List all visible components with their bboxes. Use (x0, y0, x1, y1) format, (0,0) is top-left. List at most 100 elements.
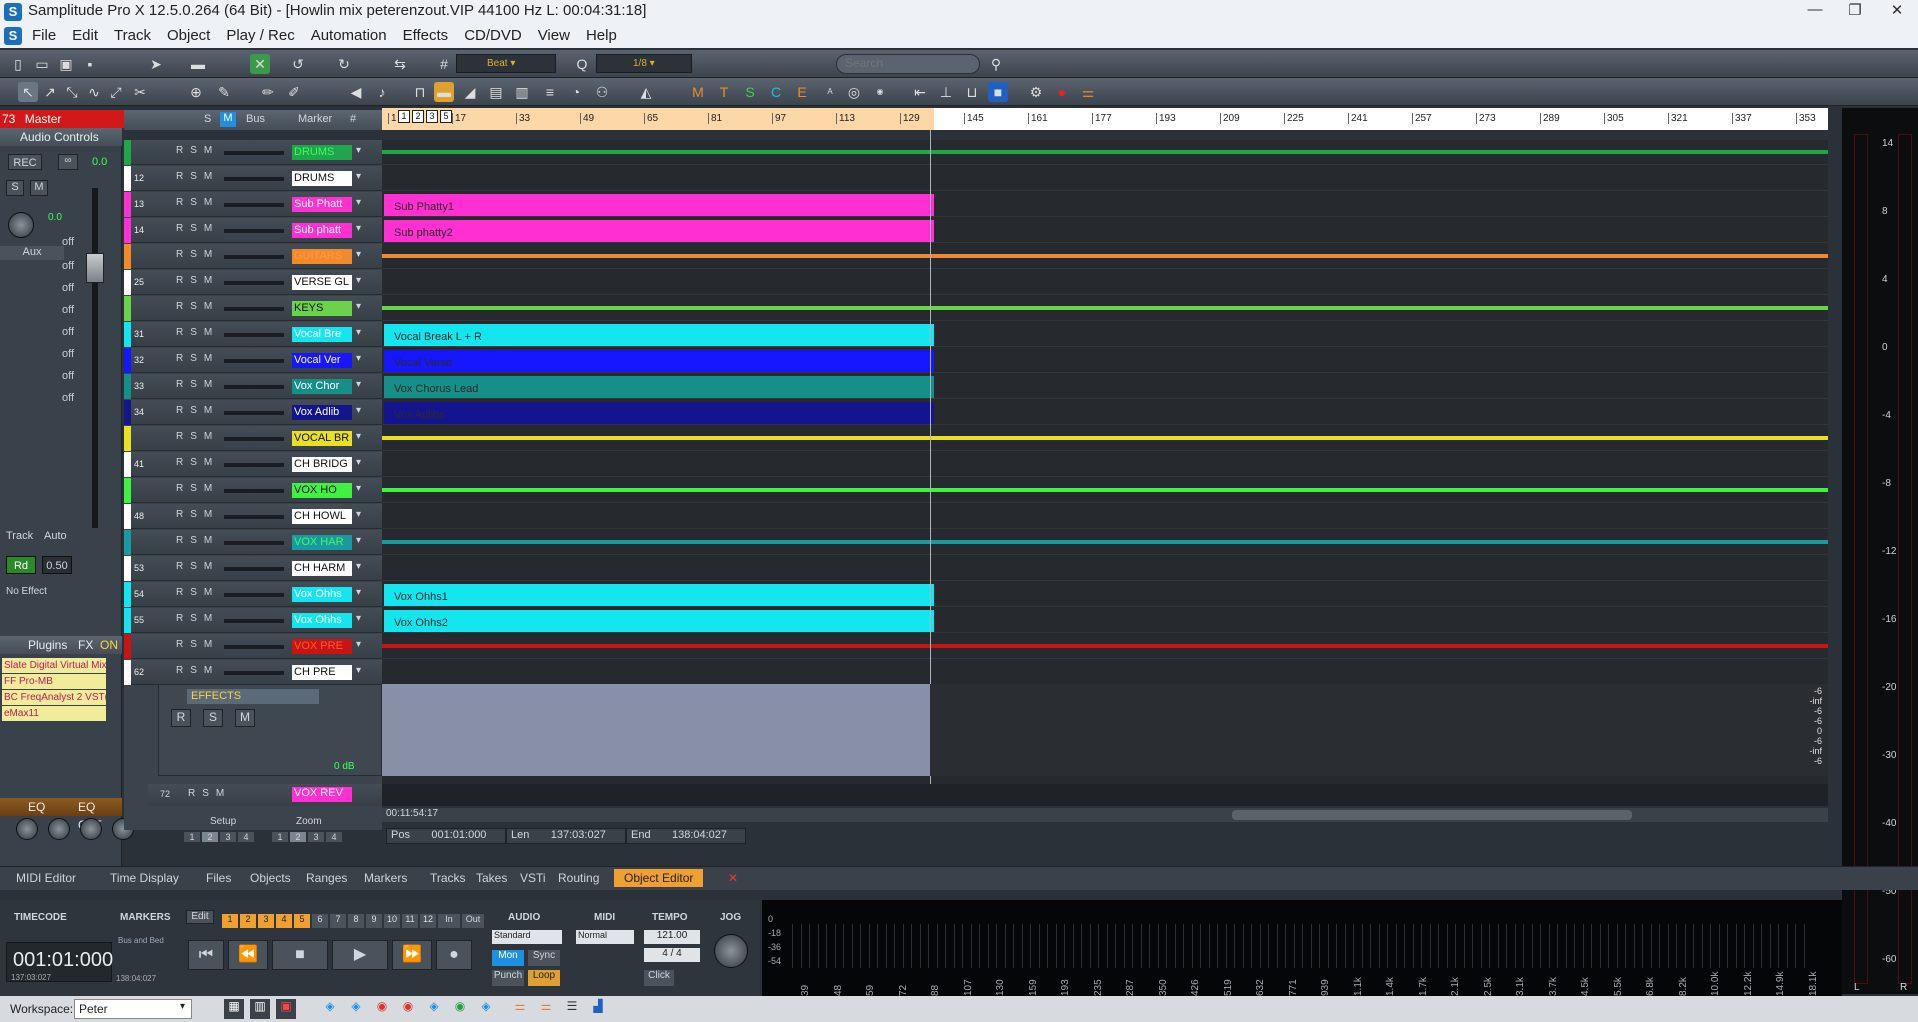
track-dropdown-icon[interactable]: ▾ (356, 665, 361, 676)
scroll-thumb[interactable] (1232, 810, 1632, 820)
track-row[interactable]: RSM VOX HO ▾ (124, 478, 382, 503)
track-row[interactable]: 33 RSM Vox Chor ▾ (124, 374, 382, 399)
list-icon[interactable]: ☰ (562, 999, 582, 1019)
sync-button[interactable]: Sync (528, 950, 560, 966)
jog-wheel[interactable] (714, 934, 748, 968)
split-tool-icon[interactable]: ⤡ (62, 82, 82, 102)
record-icon[interactable]: ● (1052, 82, 1072, 102)
search-box[interactable] (836, 54, 980, 74)
track-dropdown-icon[interactable]: ▾ (356, 613, 361, 624)
marker-tool-icon-2[interactable]: ◈ (346, 999, 366, 1019)
track-dropdown-icon[interactable]: ▾ (356, 197, 361, 208)
track-row[interactable]: 13 RSM Sub Phatt ▾ (124, 192, 382, 217)
menu-view[interactable]: View (530, 24, 578, 44)
aux-send-2[interactable]: off (40, 260, 74, 272)
plugin-slot-2[interactable]: FF Pro-MB (2, 674, 106, 689)
metronome-icon[interactable]: ⚇ (592, 82, 612, 102)
aux-send-5[interactable]: off (40, 326, 74, 338)
vox-rev-rsm[interactable]: RSM (188, 788, 231, 799)
bounce-icon[interactable]: ⊔ (962, 82, 982, 102)
zoom-3[interactable]: 3 (308, 832, 324, 842)
quantize-select[interactable]: 1/8 ▾ (596, 54, 692, 73)
workspace-select[interactable]: Peter (74, 999, 192, 1019)
marker-number-button[interactable]: 6 (312, 914, 328, 928)
spectrum-view-icon[interactable]: ▟ (588, 999, 608, 1019)
eq-knob-3[interactable] (80, 818, 102, 840)
zoom-2[interactable]: 2 (290, 832, 306, 842)
track-name[interactable]: Vox Adlib (292, 405, 352, 420)
marker-e-icon[interactable]: E (792, 82, 812, 102)
track-row[interactable]: 53 RSM CH HARM ▾ (124, 556, 382, 581)
gap-icon[interactable]: ⇤ (910, 82, 930, 102)
minimize-button[interactable]: — (1798, 1, 1832, 21)
menu-edit[interactable]: Edit (64, 24, 106, 44)
solo-button[interactable]: S (6, 180, 24, 196)
search-input[interactable] (845, 56, 963, 70)
track-rsm-buttons[interactable]: RSM (176, 483, 219, 494)
tab-markers[interactable]: Markers (364, 871, 407, 885)
track-volume-mini[interactable] (224, 307, 284, 311)
scissors-icon[interactable]: ✂ (130, 82, 150, 102)
track-row-vox-rev[interactable]: 72 RSM VOX REV (148, 784, 382, 806)
track-volume-mini[interactable] (224, 463, 284, 467)
track-dropdown-icon[interactable]: ▾ (356, 145, 361, 156)
track-dropdown-icon[interactable]: ▾ (356, 587, 361, 598)
menu-help[interactable]: Help (578, 24, 625, 44)
spectrum-icon[interactable]: ◭ (636, 82, 656, 102)
track-row[interactable]: 48 RSM CH HOWL ▾ (124, 504, 382, 529)
track-volume-mini[interactable] (224, 515, 284, 519)
track-row[interactable]: 62 RSM CH PRE ▾ (124, 660, 382, 685)
track-dropdown-icon[interactable]: ▾ (356, 275, 361, 286)
track-dropdown-icon[interactable]: ▾ (356, 223, 361, 234)
object-mode-icon[interactable]: ↖ (18, 82, 38, 102)
track-volume-mini[interactable] (224, 671, 284, 675)
track-name[interactable]: DRUMS (292, 145, 352, 160)
midi-mode-select[interactable]: Normal (576, 930, 634, 944)
track-rsm-buttons[interactable]: RSM (176, 223, 219, 234)
audio-clip[interactable]: Vox Adlibs (384, 402, 934, 424)
timecode-display[interactable]: 001:01:000 137:03:027 (6, 942, 113, 982)
track-rsm-buttons[interactable]: RSM (176, 509, 219, 520)
eq-knob-2[interactable] (48, 818, 70, 840)
effects-track-name[interactable]: EFFECTS (187, 689, 319, 704)
dvd-icon[interactable]: ◉ (870, 82, 890, 102)
aux-header[interactable]: Aux (0, 246, 64, 260)
menu-automation[interactable]: Automation (303, 24, 395, 44)
open-folder-icon[interactable]: ▭ (32, 54, 52, 74)
track-volume-mini[interactable] (224, 333, 284, 337)
marker-m-icon[interactable]: M (688, 82, 708, 102)
range-mode-icon[interactable]: ↗ (40, 82, 60, 102)
aux-send-4[interactable]: off (40, 304, 74, 316)
mute-all-button[interactable]: M (220, 112, 236, 127)
len-field[interactable]: Len 137:03:027 (506, 828, 626, 844)
track-name[interactable]: VOX PRE (292, 639, 352, 654)
pencil-icon[interactable]: ✏ (258, 82, 278, 102)
track-rsm-buttons[interactable]: RSM (176, 301, 219, 312)
pan-knob[interactable] (8, 212, 34, 238)
track-volume-mini[interactable] (224, 541, 284, 545)
track-row[interactable]: RSM KEYS ▾ (124, 296, 382, 321)
track-dropdown-icon[interactable]: ▾ (356, 483, 361, 494)
brush-icon[interactable]: ✐ (284, 82, 304, 102)
volume-fader-track[interactable] (92, 188, 98, 528)
track-dropdown-icon[interactable]: ▾ (356, 353, 361, 364)
track-row[interactable]: RSM VOX PRE ▾ (124, 634, 382, 659)
track-name[interactable]: VOX HAR (292, 535, 352, 550)
track-row[interactable]: RSM GUITARS ▾ (124, 244, 382, 269)
tab-vsti[interactable]: VSTi (520, 871, 546, 885)
track-name[interactable]: CH HARM (292, 561, 352, 576)
tab-takes[interactable]: Takes (476, 871, 507, 885)
setup-1[interactable]: 1 (184, 832, 200, 842)
color-icon[interactable]: ■ (988, 82, 1008, 102)
speaker-icon[interactable]: ◀ (346, 82, 366, 102)
track-row[interactable]: 54 RSM Vox Ohhs ▾ (124, 582, 382, 607)
end-field[interactable]: End 138:04:027 (626, 828, 746, 844)
tab-time-display[interactable]: Time Display (110, 871, 179, 885)
track-lane[interactable] (382, 270, 1828, 295)
track-volume-mini[interactable] (224, 359, 284, 363)
track-row[interactable]: 55 RSM Vox Ohhs ▾ (124, 608, 382, 633)
tab-routing[interactable]: Routing (558, 871, 599, 885)
tab-object-editor[interactable]: Object Editor (614, 869, 704, 887)
link-tool-icon[interactable]: ⤢ (106, 82, 126, 102)
track-volume-mini[interactable] (224, 619, 284, 623)
